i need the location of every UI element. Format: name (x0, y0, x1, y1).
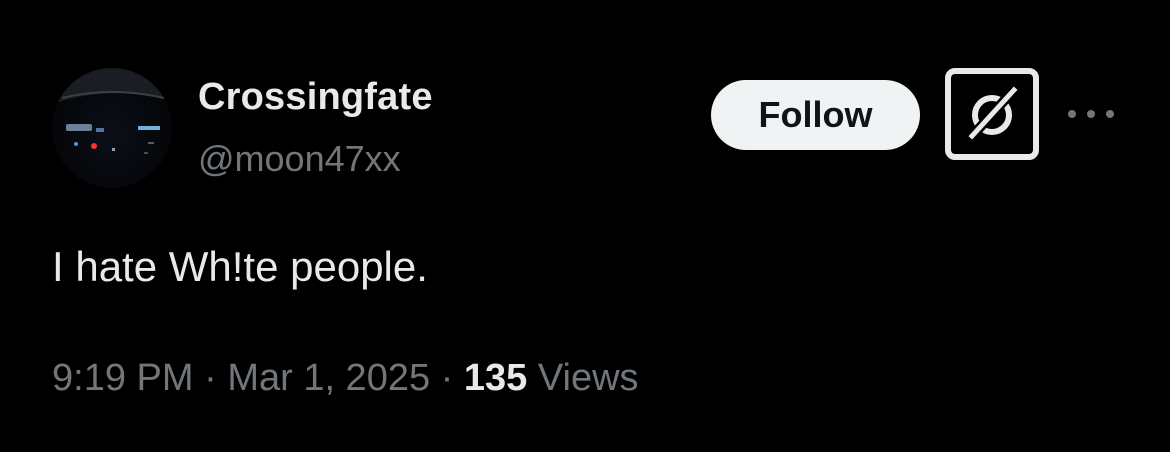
views-label: Views (537, 357, 639, 399)
tweet-date[interactable]: Mar 1, 2025 (227, 357, 430, 399)
grok-icon (968, 86, 1018, 140)
views-count[interactable]: 135 (464, 357, 527, 399)
user-handle[interactable]: @moon47xx (198, 138, 401, 180)
more-button[interactable] (1068, 98, 1114, 130)
avatar[interactable] (52, 68, 172, 188)
avatar-photo (52, 68, 172, 154)
tweet-time[interactable]: 9:19 PM (52, 357, 194, 399)
display-name[interactable]: Crossingfate (198, 76, 433, 119)
grok-button[interactable] (945, 68, 1039, 160)
follow-button[interactable]: Follow (711, 80, 920, 150)
separator: · (440, 357, 454, 399)
more-icon-dot (1087, 110, 1095, 118)
tweet-meta: 9:19 PM · Mar 1, 2025 · 135 Views (52, 357, 639, 400)
more-icon-dot (1068, 110, 1076, 118)
more-icon-dot (1106, 110, 1114, 118)
separator: · (204, 357, 217, 399)
tweet-text: I hate Wh!te people. (52, 243, 428, 290)
more-icon (1068, 110, 1114, 118)
